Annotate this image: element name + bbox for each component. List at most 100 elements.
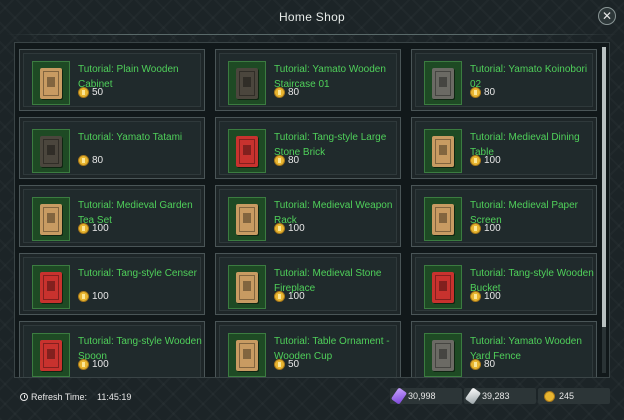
item-thumbnail	[228, 197, 266, 241]
item-thumbnail	[228, 333, 266, 377]
item-thumbnail	[424, 333, 462, 377]
gold-coin-icon	[274, 223, 285, 234]
price-value: 50	[288, 359, 300, 370]
shop-item-inner: Tutorial: Medieval Weapon Rack 100	[219, 189, 397, 243]
price-value: 100	[288, 291, 305, 302]
price-value: 80	[484, 87, 496, 98]
purple-gem-icon	[390, 387, 408, 405]
shop-item-card[interactable]: Tutorial: Medieval Stone Fireplace 100	[215, 253, 401, 315]
shop-item-card[interactable]: Tutorial: Yamato Wooden Yard Fence 80	[411, 321, 597, 377]
book-tan-icon	[236, 339, 258, 371]
item-price: 100	[470, 223, 501, 234]
book-tan-icon	[236, 271, 258, 303]
book-dark-icon	[40, 135, 62, 167]
shop-item-inner: Tutorial: Medieval Garden Tea Set 100	[23, 189, 201, 243]
gold-coin-icon	[78, 87, 89, 98]
book-tan-icon	[40, 203, 62, 235]
book-tan-icon	[236, 203, 258, 235]
shop-item-inner: Tutorial: Medieval Stone Fireplace 100	[219, 257, 397, 311]
shop-item-inner: Tutorial: Tang-style Wooden Spoon 100	[23, 325, 202, 377]
item-name: Tutorial: Tang-style Censer	[78, 268, 197, 279]
shop-item-inner: Tutorial: Yamato Wooden Staircase 01 80	[219, 53, 397, 107]
shop-item-card[interactable]: Tutorial: Medieval Garden Tea Set 100	[19, 185, 205, 247]
shop-item-card[interactable]: Tutorial: Yamato Wooden Staircase 01 80	[215, 49, 401, 111]
price-value: 100	[484, 155, 501, 166]
item-price: 100	[78, 223, 109, 234]
item-thumbnail	[228, 265, 266, 309]
price-value: 80	[92, 155, 104, 166]
gold-coin-icon	[274, 87, 285, 98]
shop-item-inner: Tutorial: Yamato Wooden Yard Fence 80	[415, 325, 593, 377]
shop-item-card[interactable]: Tutorial: Medieval Dining Table 100	[411, 117, 597, 179]
gold-coin-icon	[274, 291, 285, 302]
book-tan-icon	[432, 135, 454, 167]
book-red-icon	[40, 339, 62, 371]
price-value: 80	[288, 155, 300, 166]
shop-item-card[interactable]: Tutorial: Medieval Weapon Rack 100	[215, 185, 401, 247]
close-icon: ✕	[601, 9, 613, 23]
book-tan-icon	[40, 67, 62, 99]
book-dark-icon	[236, 67, 258, 99]
refresh-time: 11:45:19	[97, 392, 132, 402]
shop-item-card[interactable]: Tutorial: Table Ornament - Wooden Cup 50	[215, 321, 401, 377]
currency-value: 30,998	[408, 391, 436, 401]
price-value: 100	[92, 223, 109, 234]
gold-coin-icon	[78, 359, 89, 370]
item-thumbnail	[32, 129, 70, 173]
shop-item-inner: Tutorial: Tang-style Large Stone Brick 8…	[219, 121, 397, 175]
item-price: 100	[470, 291, 501, 302]
book-red-icon	[236, 135, 258, 167]
item-price: 80	[274, 87, 299, 98]
item-thumbnail	[32, 265, 70, 309]
title-bar: Home Shop	[0, 0, 624, 34]
shop-item-card[interactable]: Tutorial: Plain Wooden Cabinet 50	[19, 49, 205, 111]
item-price: 80	[470, 87, 495, 98]
shop-item-card[interactable]: Tutorial: Tang-style Censer 100	[19, 253, 205, 315]
window-title: Home Shop	[278, 10, 346, 24]
shop-item-card[interactable]: Tutorial: Tang-style Wooden Spoon 100	[19, 321, 205, 377]
shop-item-inner: Tutorial: Medieval Dining Table 100	[415, 121, 593, 175]
scrollbar-thumb[interactable]	[602, 47, 606, 327]
price-value: 100	[484, 223, 501, 234]
item-thumbnail	[424, 129, 462, 173]
price-value: 100	[92, 359, 109, 370]
item-thumbnail	[32, 333, 70, 377]
shop-item-inner: Tutorial: Medieval Paper Screen 100	[415, 189, 593, 243]
book-red-icon	[432, 271, 454, 303]
item-price: 50	[78, 87, 103, 98]
shop-item-inner: Tutorial: Tang-style Censer 100	[23, 257, 201, 311]
shop-item-card[interactable]: Tutorial: Yamato Tatami 80	[19, 117, 205, 179]
gold-coin-icon	[470, 223, 481, 234]
shop-item-card[interactable]: Tutorial: Yamato Koinobori 02 80	[411, 49, 597, 111]
item-thumbnail	[424, 265, 462, 309]
shop-item-inner: Tutorial: Yamato Tatami 80	[23, 121, 201, 175]
gold-coin-icon	[470, 87, 481, 98]
item-price: 100	[78, 359, 109, 370]
book-grey-icon	[432, 339, 454, 371]
item-price: 80	[274, 155, 299, 166]
price-value: 50	[92, 87, 104, 98]
currency-gold-coin: 245	[538, 388, 610, 404]
gold-coin-icon	[470, 359, 481, 370]
shop-item-inner: Tutorial: Plain Wooden Cabinet 50	[23, 53, 201, 107]
book-red-icon	[40, 271, 62, 303]
gold-coin-icon	[470, 291, 481, 302]
gold-coin-icon	[544, 390, 555, 402]
shop-item-card[interactable]: Tutorial: Tang-style Large Stone Brick 8…	[215, 117, 401, 179]
item-name: Tutorial: Yamato Tatami	[78, 132, 183, 143]
item-thumbnail	[228, 61, 266, 105]
shop-item-card[interactable]: Tutorial: Medieval Paper Screen 100	[411, 185, 597, 247]
scrollbar[interactable]	[602, 47, 606, 373]
item-thumbnail	[424, 61, 462, 105]
gold-coin-icon	[78, 223, 89, 234]
clock-icon	[20, 393, 28, 401]
item-price: 100	[274, 291, 305, 302]
price-value: 80	[484, 359, 496, 370]
shop-item-inner: Tutorial: Tang-style Wooden Bucket 100	[415, 257, 594, 311]
close-button[interactable]: ✕	[598, 7, 616, 25]
book-tan-icon	[432, 203, 454, 235]
shop-item-card[interactable]: Tutorial: Tang-style Wooden Bucket 100	[411, 253, 597, 315]
footer: Refresh Time: 11:45:19 30,998 39,283 245	[0, 384, 624, 420]
gold-coin-icon	[274, 155, 285, 166]
home-shop-window: Home Shop ✕ Tutorial: Plain Wooden Cabin…	[0, 0, 624, 420]
